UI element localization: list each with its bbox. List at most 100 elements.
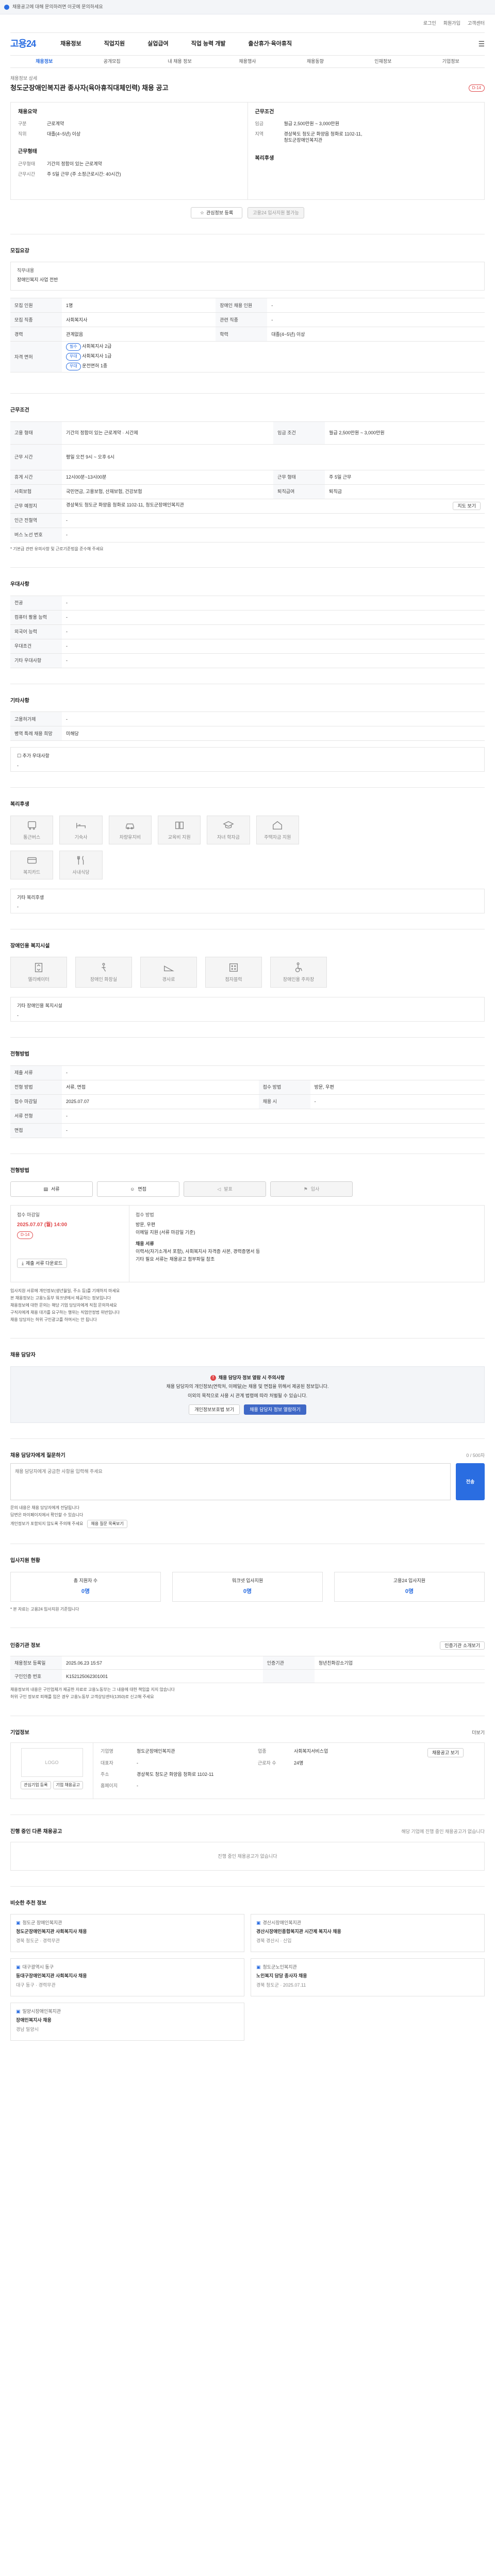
summary-value: 근로계약	[47, 121, 64, 127]
view-contact-button[interactable]: 채용 담당자 정보 열람하기	[244, 1404, 306, 1415]
license-value: 사회복지사 2급	[82, 344, 112, 349]
method-note: 구직자에게 채용 대가를 요구하는 행위는 직업안정법 위반입니다	[10, 1310, 120, 1315]
section-title: 기업정보	[10, 1730, 29, 1736]
table-key: 고용허가제	[10, 711, 62, 727]
table-key: 우대조건	[10, 638, 62, 654]
status-card: 고용24 입사지원 0명	[334, 1571, 485, 1602]
table-key: 기타 우대사항	[10, 653, 62, 668]
megaphone-icon: ◁	[217, 1187, 221, 1192]
subnav-item[interactable]: 공개모집	[78, 58, 145, 64]
welfare-item: 주택자금 지원	[256, 815, 299, 844]
step-item: ☺ 면접	[97, 1181, 179, 1197]
signup-link[interactable]: 회원가입	[443, 20, 460, 26]
method-line: 기타 필요 서류는 채용공고 첨부파일 참조	[136, 1257, 215, 1262]
card-icon	[27, 857, 37, 864]
section-title: 전형방법	[10, 1052, 29, 1058]
subnav-item[interactable]: 채용행사	[213, 58, 281, 64]
gnb-item[interactable]: 직업지원	[104, 40, 125, 48]
customer-center-link[interactable]: 고객센터	[468, 20, 485, 26]
table-value: -	[62, 609, 485, 625]
table-key: 장애인 채용 인원	[216, 298, 268, 313]
section-title: 채용 담당자	[10, 1352, 36, 1359]
license-value: 사회복지사 1급	[82, 353, 112, 359]
recommend-card[interactable]: ▣ 경산시장애인복지관 경산시장애인종합복지관 시간제 복지사 채용 경북 경산시 ·…	[251, 1914, 485, 1953]
inquiry-section: 채용 담당자에게 질문하기 0 / 500자 전송 문의 내용은 채용 담당자에…	[10, 1439, 485, 1545]
inquiry-note: 문의 내용은 채용 담당자에게 전달됩니다	[10, 1505, 80, 1511]
book-icon	[175, 821, 184, 829]
welfare-label: 통근버스	[23, 834, 41, 840]
top-notice-bar: 채용공고에 대해 문의하려면 이곳에 문의하세요	[0, 0, 495, 14]
facility-grid: 엘리베이터 장애인 화장실 경사로 점자블럭 장애인용 주차장	[10, 957, 485, 988]
download-label: 제출 서류 다운로드	[25, 1260, 63, 1266]
welfare-note-title: 기타 복리후생	[17, 894, 44, 900]
recommend-meta: 경북 경산시 · 신입	[256, 1938, 292, 1943]
scrap-button[interactable]: ☆ 관심정보 등록	[191, 207, 242, 218]
company-jobs-button[interactable]: 기업 채용공고	[53, 1781, 83, 1790]
gnb-item[interactable]: 실업급여	[147, 40, 168, 48]
method-line: 방문, 우편	[136, 1222, 156, 1227]
table-value: -	[62, 711, 485, 727]
table-value: 청년친화강소기업	[314, 1656, 485, 1670]
status-label: 워크넷 입사지원	[232, 1578, 263, 1584]
scrap-button-label: 관심정보 등록	[206, 210, 234, 215]
gnb-item[interactable]: 직업 능력 개발	[191, 40, 226, 48]
section-title: 비슷한 추천 정보	[10, 1900, 46, 1906]
subnav-item[interactable]: 인재정보	[349, 58, 417, 64]
download-button[interactable]: ⤓ 제출 서류 다운로드	[17, 1258, 68, 1268]
table-key: 채용정보 등록일	[10, 1656, 62, 1670]
job-summary-section: 채용정보 상세 청도군장애인복지관 종사자(육아휴직대체인력) 채용 공고 D-…	[10, 68, 485, 234]
subnav-item[interactable]: 내 채용 정보	[146, 58, 213, 64]
company-more-link[interactable]: 더보기	[472, 1730, 485, 1737]
table-key: 학력	[216, 327, 268, 342]
facility-label: 장애인용 주차장	[283, 977, 315, 982]
send-button[interactable]: 전송	[456, 1463, 485, 1501]
facility-item: 엘리베이터	[10, 957, 67, 988]
inquiry-note: 답변은 마이페이지에서 확인할 수 있습니다	[10, 1513, 84, 1518]
view-jobs-button[interactable]: 채용공고 보기	[427, 1748, 464, 1758]
welfare-item: 교육비 지원	[158, 815, 201, 844]
menu-icon[interactable]: ☰	[478, 39, 485, 49]
map-button[interactable]: 지도 보기	[453, 502, 481, 511]
gnb-item[interactable]: 채용정보	[60, 40, 81, 48]
privacy-law-button[interactable]: 개인정보보호법 보기	[189, 1404, 240, 1415]
inquiry-textarea[interactable]	[10, 1463, 451, 1501]
subnav-item[interactable]: 채용정보	[10, 58, 78, 64]
site-logo[interactable]: 고용24	[10, 38, 36, 50]
step-label: 발표	[224, 1187, 233, 1192]
status-cards: 총 지원자 수 0명 워크넷 입사지원 0명 고용24 입사지원 0명	[10, 1571, 485, 1602]
table-key: 고용 형태	[10, 421, 62, 445]
section-title: 진행 중인 다른 채용공고	[10, 1829, 62, 1835]
facility-item: 경사로	[140, 957, 197, 988]
job-summary-box: 채용요약 구분 근로계약 직위 대졸(4~5년) 이상 근무형태 근무형태 기간의 정…	[10, 101, 485, 200]
license-tag: 우대	[66, 363, 81, 370]
table-key: 전공	[10, 595, 62, 611]
subnav-item[interactable]: 기업정보	[417, 58, 485, 64]
recommend-card[interactable]: ▣ 대구광역시 동구 동대구장애인복지관 사회복지사 채용 대구 동구 · 경력무관	[10, 1958, 244, 1997]
section-title: 복리후생	[10, 802, 29, 808]
table-key	[262, 1669, 315, 1684]
other-jobs-section: 진행 중인 다른 채용공고 해당 기업에 진행 중인 채용공고가 없습니다 진행…	[10, 1815, 485, 1887]
table-value: 기간의 정함이 있는 근로계약 · 시간제	[62, 421, 274, 445]
login-link[interactable]: 로그인	[423, 20, 436, 26]
table-key: 근무 형태	[273, 469, 325, 485]
gnb-item[interactable]: 출산휴가·육아휴직	[248, 40, 292, 48]
summary-key: 직위	[18, 131, 27, 137]
favorite-company-button[interactable]: 관심기업 등록	[21, 1781, 51, 1790]
recommend-card[interactable]: ▣ 청도군 장애인복지관 청도군장애인복지관 사회복지사 채용 경북 청도군 · 경력…	[10, 1914, 244, 1953]
section-title: 전형방법	[10, 1167, 29, 1174]
recommend-title: 노인복지 담당 종사자 채용	[256, 1973, 307, 1978]
certification-info-button[interactable]: 인증기관 소개보기	[440, 1641, 485, 1650]
table-value: K152125062301001	[62, 1669, 263, 1684]
recommend-card[interactable]: ▣ 밀양시장애인복지관 장애인복지사 채용 경남 밀양시	[10, 2003, 244, 2041]
recommend-card[interactable]: ▣ 청도군노인복지관 노인복지 담당 종사자 채용 경북 청도군 · 2025.07.…	[251, 1958, 485, 1997]
alert-icon: !	[210, 1375, 216, 1381]
recommend-section: 비슷한 추천 정보 ▣ 청도군 장애인복지관 청도군장애인복지관 사회복지사 채용 경…	[10, 1887, 485, 2057]
subnav-item[interactable]: 채용동향	[282, 58, 349, 64]
other-jobs-subtitle: 해당 기업에 진행 중인 채용공고가 없습니다	[401, 1829, 485, 1835]
inquiry-list-button[interactable]: 채용 질문 목록보기	[87, 1520, 127, 1529]
welfare-label: 사내식당	[72, 869, 90, 875]
recommend-meta: 경북 청도군 · 경력무관	[16, 1938, 60, 1943]
apply-button[interactable]: 고용24 입사지원 불가능	[248, 207, 304, 218]
table-value: -	[267, 312, 485, 328]
table-value: -	[62, 1065, 485, 1080]
